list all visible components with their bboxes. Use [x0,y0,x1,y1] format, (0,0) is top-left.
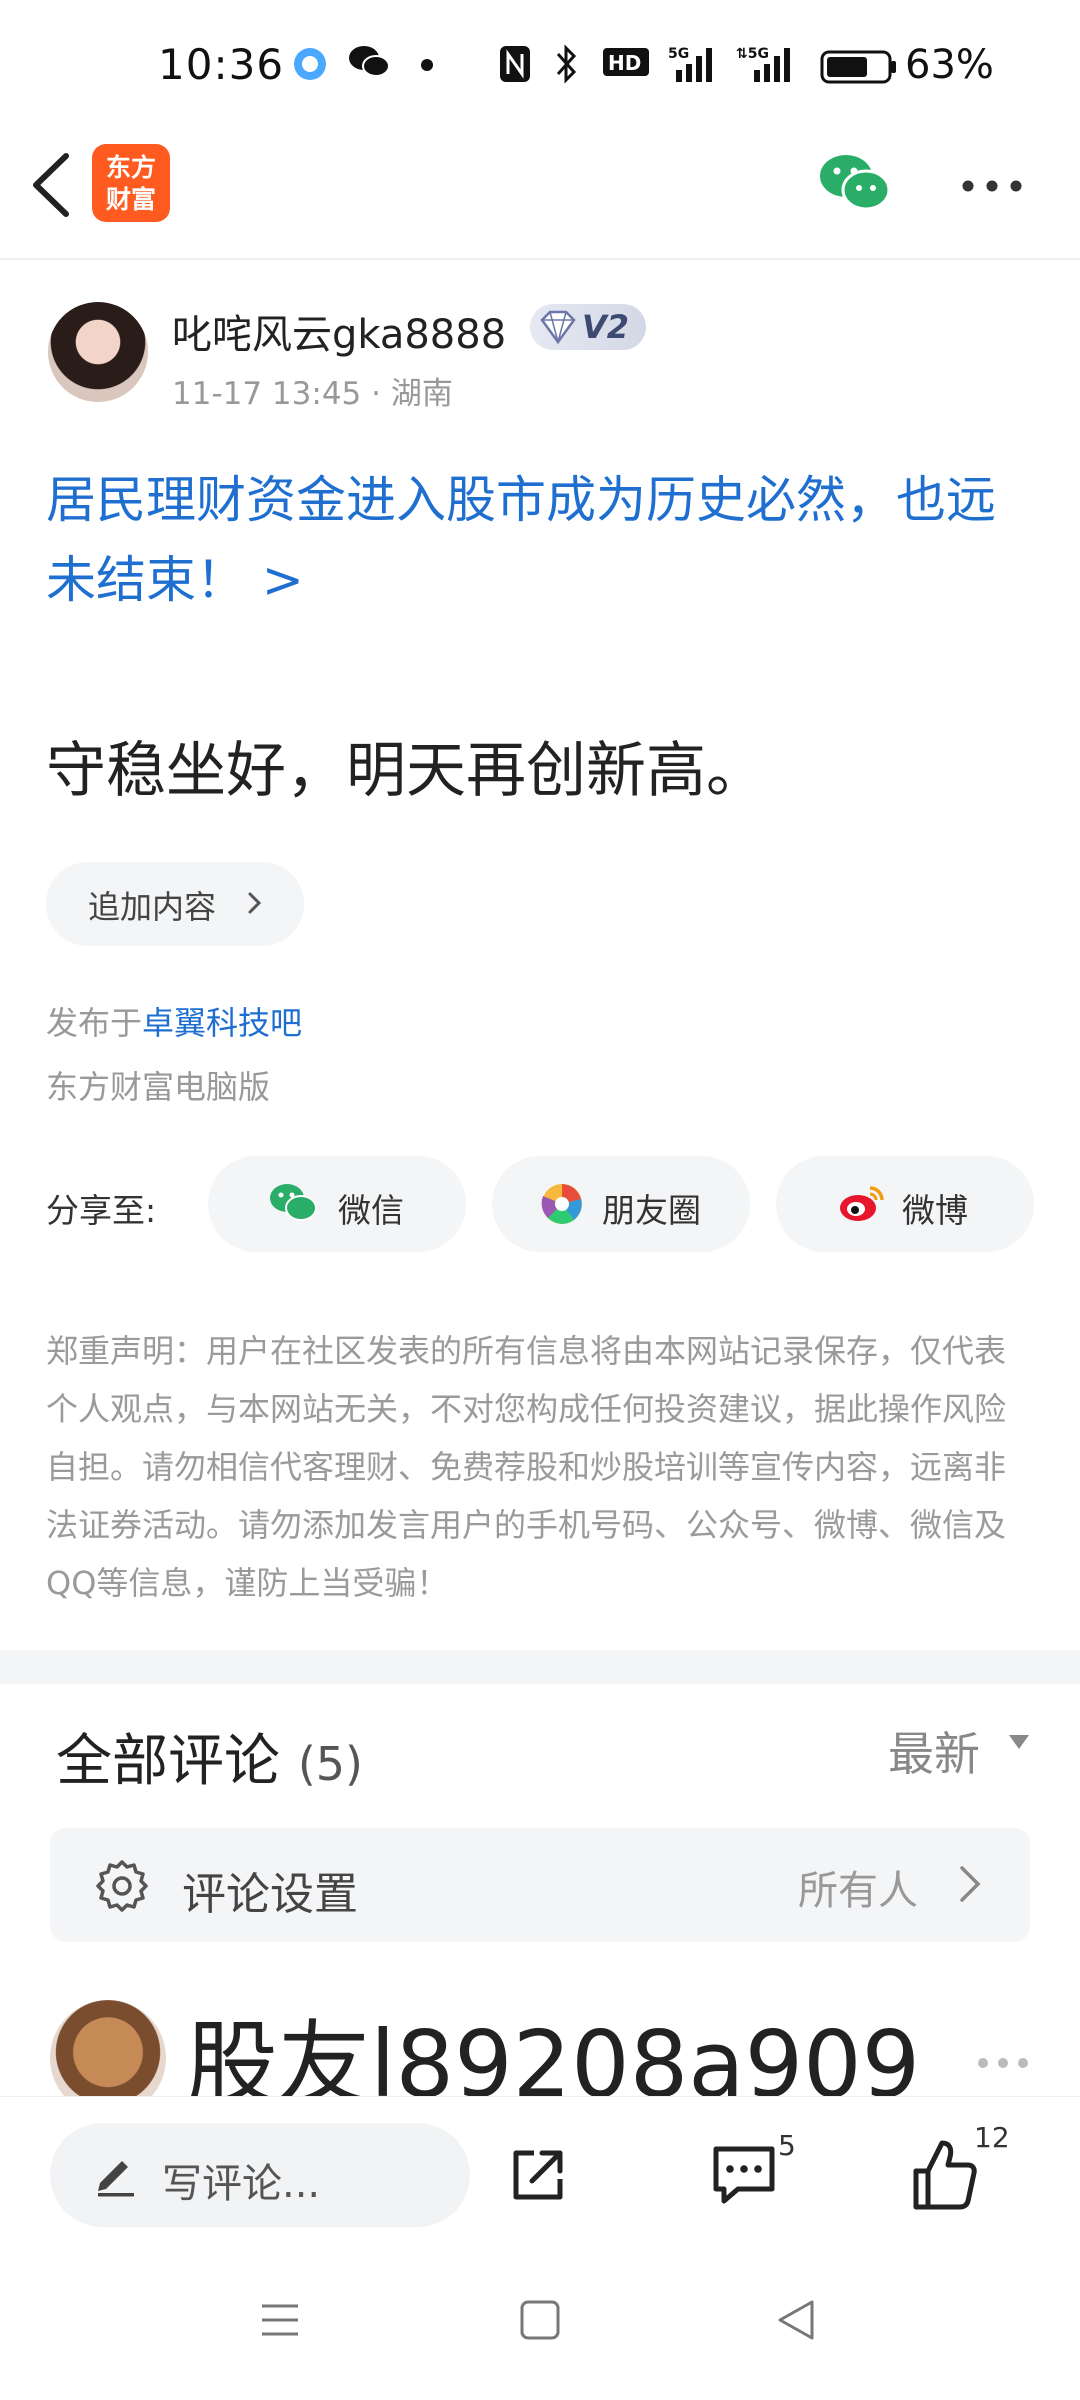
published-in: 发布于卓翼科技吧 [46,998,302,1044]
write-comment-input[interactable]: 写评论... [50,2123,470,2227]
signal-5g-icon: ⇅5G [736,46,790,82]
gear-icon [96,1860,148,1912]
comment-settings-label: 评论设置 [182,1869,358,1920]
svg-text:5G: 5G [668,46,689,62]
bottom-action-bar: 写评论... 5 12 [0,2096,1080,2263]
share-moments-label: 朋友圈 [602,1191,701,1230]
comments-count: (5) [297,1737,363,1791]
post-title-link[interactable]: 居民理财资金进入股市成为历史必然，也远未结束！ > [46,460,1036,620]
append-content-label: 追加内容 [88,888,217,926]
pencil-icon [98,2161,134,2197]
comment-count-badge: 5 [778,2129,796,2162]
level-text: V2 [582,308,630,346]
svg-text:⇅5G: ⇅5G [736,46,769,62]
diamond-icon [540,310,576,344]
hd-icon: HD [603,48,649,76]
sort-button[interactable]: 最新 [888,1718,980,1784]
more-options-icon[interactable] [976,2056,1030,2070]
comments-title: 全部评论 [56,1729,280,1794]
stock-bar-link[interactable]: 卓翼科技吧 [142,1004,302,1042]
svg-text:HD: HD [608,51,641,75]
recent-apps-icon[interactable] [258,2298,302,2342]
append-content-button[interactable]: 追加内容 [46,862,304,946]
comment-settings-row[interactable]: 评论设置 所有人 [50,1828,1030,1942]
comment-item[interactable]: 股友l89208a909 [0,1990,1080,2096]
logo-text-line1: 东方 [105,153,156,182]
comment-icon[interactable] [710,2143,778,2207]
post-date: 11-17 13:45 [172,376,362,412]
level-badge: V2 [530,304,646,350]
battery-percent: 63% [905,42,994,88]
client-source: 东方财富电脑版 [46,1068,271,1106]
disclaimer-text: 郑重声明：用户在社区发表的所有信息将由本网站记录保存，仅代表个人观点，与本网站无… [46,1332,1007,1602]
status-bar: 10:36 HD 5G ⇅5G 63% [0,0,1080,130]
share-label: 分享至: [46,1191,157,1230]
share-wechat-button[interactable]: 微信 [208,1156,466,1252]
moments-icon [541,1184,582,1224]
author-name[interactable]: 叱咤风云gka8888 [172,302,506,360]
comments-header: 全部评论 (5) [56,1716,363,1797]
system-back-icon[interactable] [774,2296,818,2344]
share-weibo-button[interactable]: 微博 [776,1156,1034,1252]
app-logo: 东方 财富 [92,144,170,222]
published-prefix: 发布于 [46,1004,143,1042]
share-wechat-label: 微信 [338,1191,404,1230]
battery-icon [820,50,896,84]
write-comment-placeholder: 写评论... [162,2161,321,2207]
section-divider [0,1650,1080,1684]
comment-settings-value: 所有人 [798,1868,918,1914]
share-out-icon[interactable] [506,2143,570,2207]
like-count-badge: 12 [974,2121,1010,2154]
chevron-right-icon [960,1866,981,1902]
caret-down-icon[interactable] [1008,1734,1030,1750]
dot-icon [421,59,433,71]
bluetooth-icon [556,44,577,84]
browser-icon [294,48,326,80]
commenter-avatar[interactable] [50,2000,166,2096]
post-body: 守稳坐好，明天再创新高。 [46,736,766,806]
wechat-icon [270,1184,317,1221]
more-options-icon[interactable] [960,178,1024,194]
author-avatar[interactable] [48,302,148,402]
weibo-icon [840,1186,884,1221]
post-location: · 湖南 [371,376,453,412]
wechat-icon [349,46,390,77]
share-weibo-label: 微博 [902,1191,968,1230]
thumbs-up-icon[interactable] [910,2139,978,2211]
chevron-right-icon [248,892,262,914]
home-icon[interactable] [518,2298,562,2342]
commenter-name[interactable]: 股友l89208a909 [186,1990,920,2096]
signal-5g-icon: 5G [668,46,712,82]
logo-text-line2: 财富 [105,185,156,214]
nfc-icon [500,46,530,82]
status-time: 10:36 [158,40,285,89]
share-moments-button[interactable]: 朋友圈 [492,1156,750,1252]
back-arrow-icon[interactable] [28,150,78,220]
post-meta: 11-17 13:45 · 湖南 [172,368,453,413]
system-navigation-bar [0,2262,1080,2400]
wechat-share-icon[interactable] [818,152,892,214]
